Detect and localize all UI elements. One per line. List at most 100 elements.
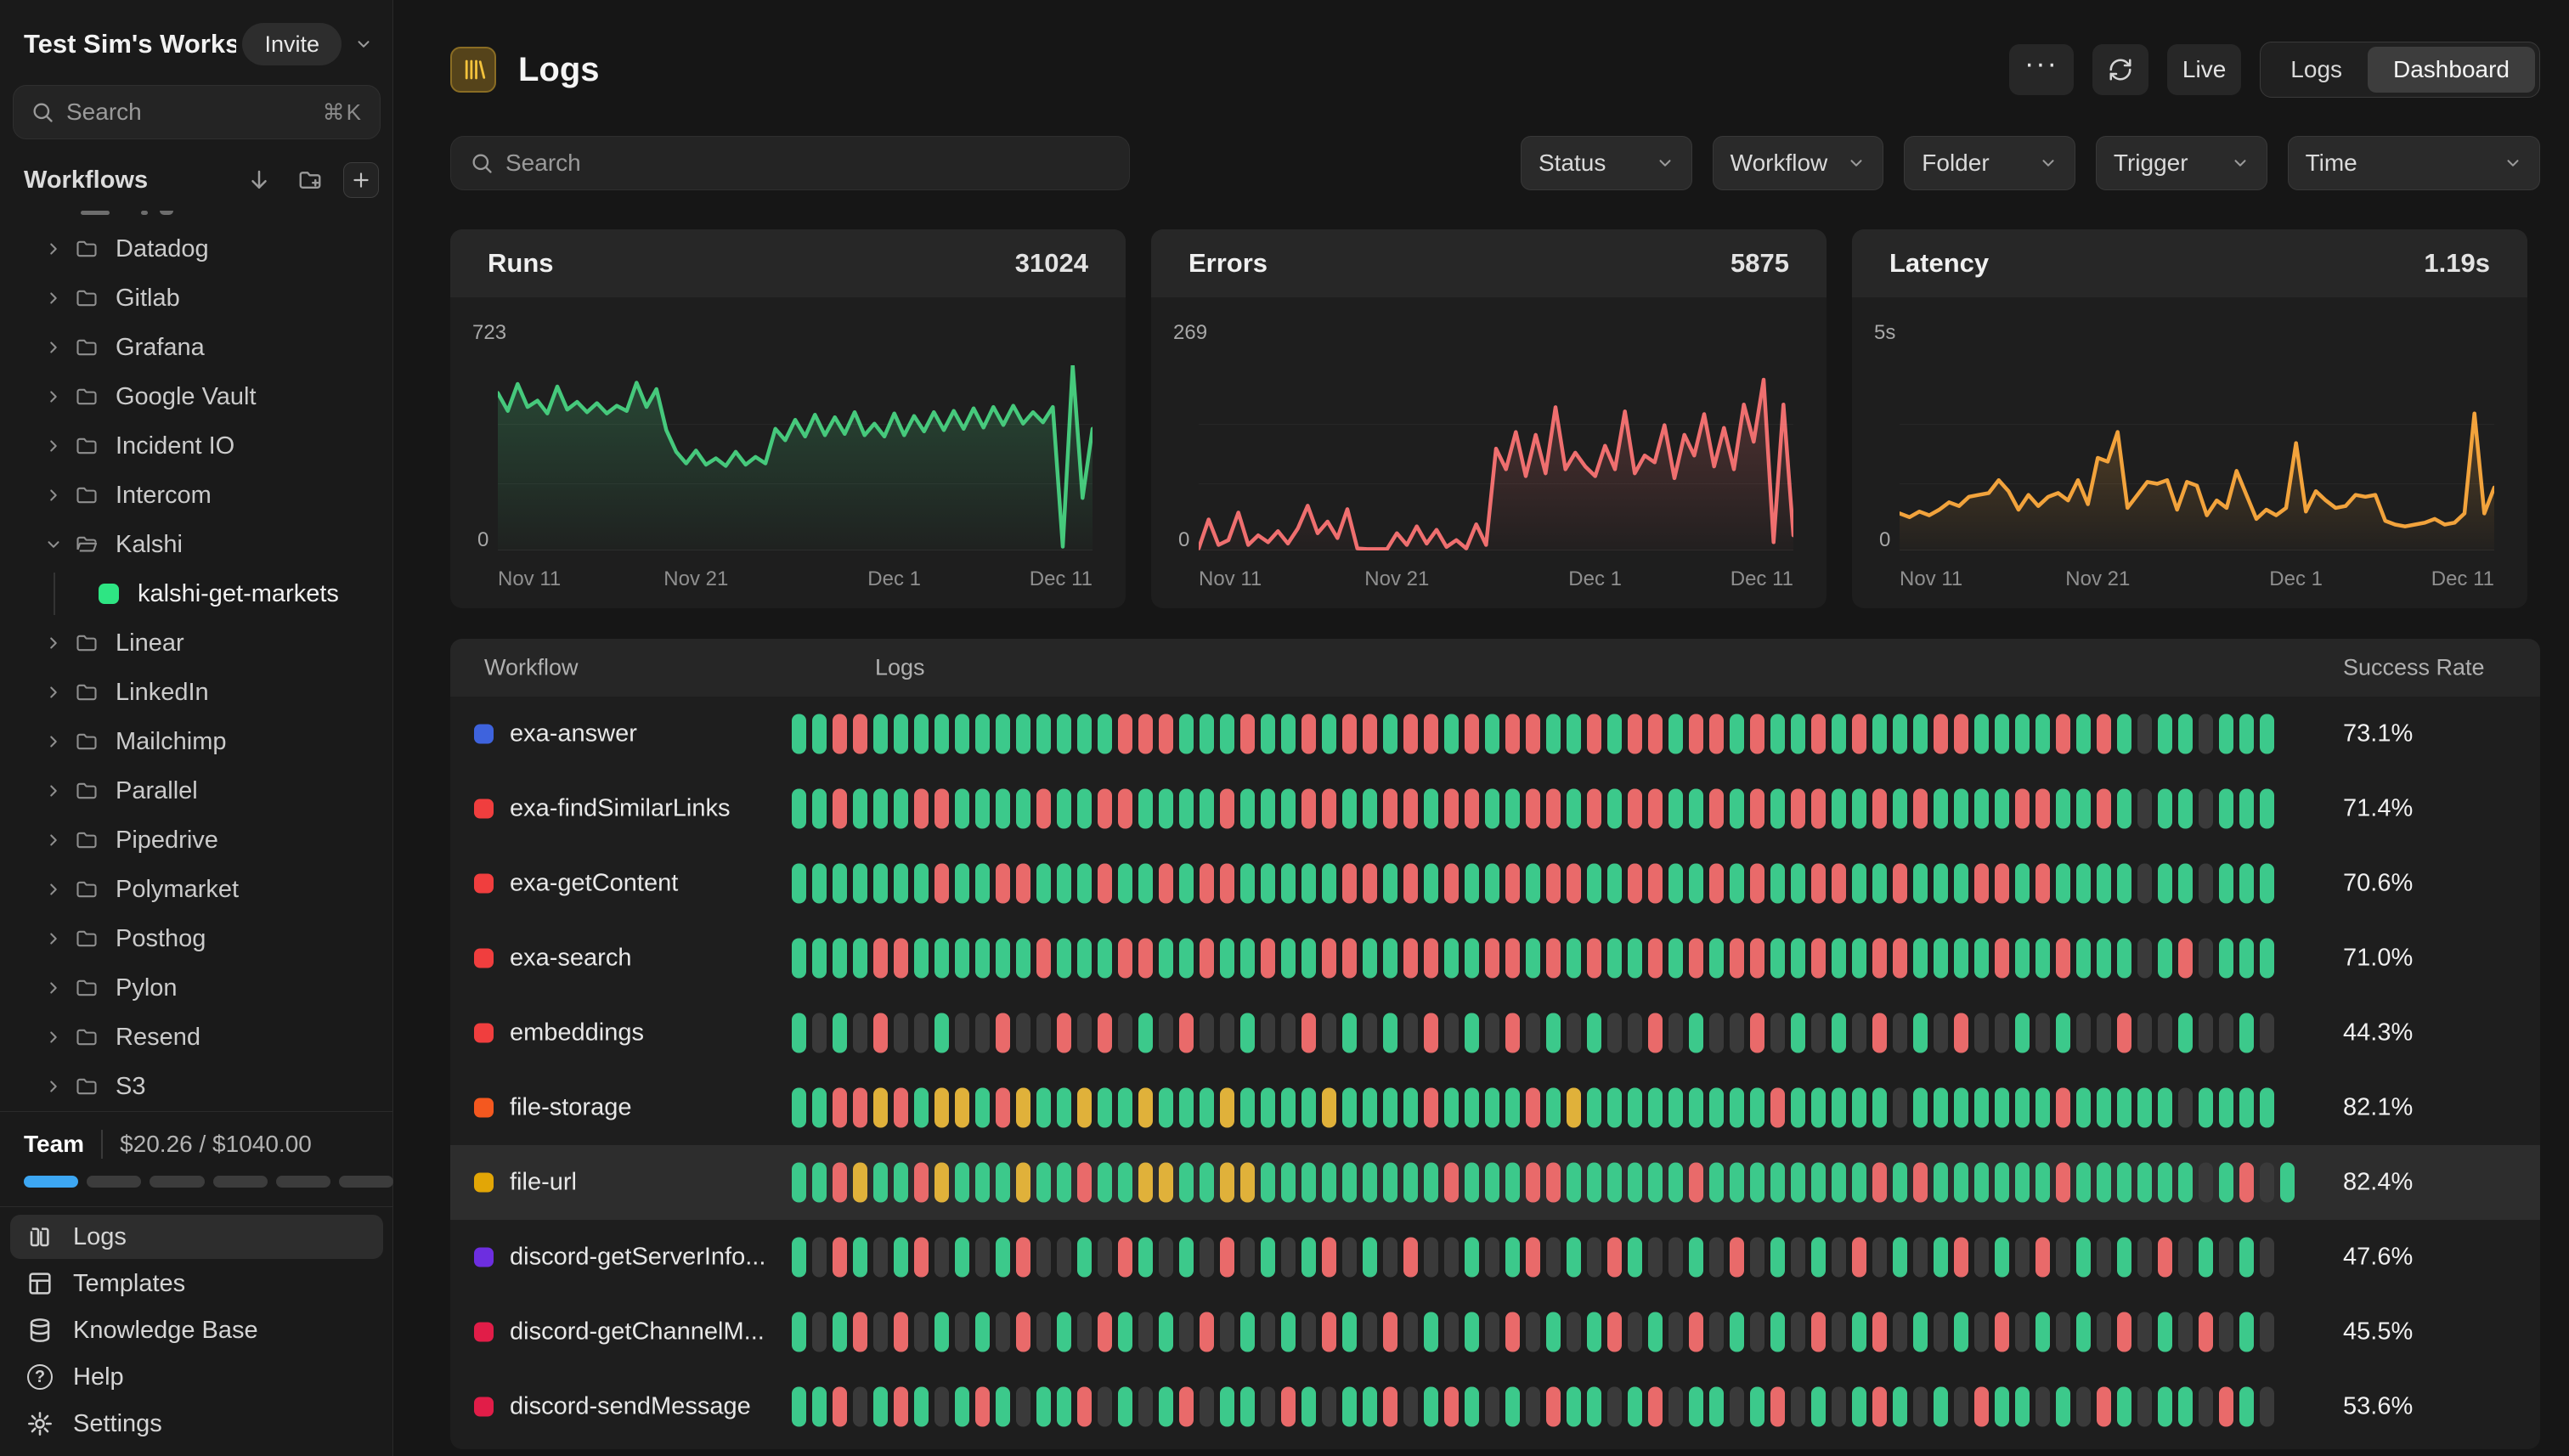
log-bar[interactable] bbox=[1546, 1238, 1561, 1278]
sidebar-folder-grafana[interactable]: Grafana bbox=[0, 323, 392, 372]
log-bar[interactable] bbox=[1098, 1238, 1112, 1278]
log-bar[interactable] bbox=[1668, 1088, 1683, 1128]
log-bar[interactable] bbox=[1424, 1163, 1438, 1203]
log-bar[interactable] bbox=[996, 939, 1010, 979]
log-bar[interactable] bbox=[1628, 1387, 1642, 1427]
log-bar[interactable] bbox=[996, 789, 1010, 829]
log-bar[interactable] bbox=[1383, 1387, 1397, 1427]
log-bar[interactable] bbox=[1872, 714, 1887, 754]
log-bar[interactable] bbox=[1689, 789, 1703, 829]
log-bar[interactable] bbox=[934, 1387, 949, 1427]
log-bar[interactable] bbox=[1465, 1013, 1479, 1053]
log-bar[interactable] bbox=[2199, 864, 2213, 904]
log-bar[interactable] bbox=[1607, 864, 1622, 904]
log-bar[interactable] bbox=[1607, 1013, 1622, 1053]
log-bar[interactable] bbox=[1974, 789, 1989, 829]
log-bar[interactable] bbox=[1220, 864, 1234, 904]
log-bar[interactable] bbox=[1383, 1088, 1397, 1128]
log-bar[interactable] bbox=[934, 789, 949, 829]
log-bar[interactable] bbox=[975, 1312, 990, 1352]
log-bar[interactable] bbox=[1648, 1163, 1663, 1203]
toggle-dashboard[interactable]: Dashboard bbox=[2368, 47, 2535, 93]
log-bar[interactable] bbox=[914, 939, 929, 979]
log-bar[interactable] bbox=[2199, 714, 2213, 754]
log-bar[interactable] bbox=[2076, 1238, 2091, 1278]
log-bar[interactable] bbox=[2239, 939, 2254, 979]
log-bar[interactable] bbox=[1363, 939, 1377, 979]
log-bar[interactable] bbox=[1607, 1088, 1622, 1128]
log-bar[interactable] bbox=[2097, 1238, 2111, 1278]
log-bar[interactable] bbox=[1465, 1238, 1479, 1278]
log-bar[interactable] bbox=[1872, 1238, 1887, 1278]
log-bar[interactable] bbox=[1689, 1312, 1703, 1352]
log-bar[interactable] bbox=[2056, 1312, 2070, 1352]
log-bar[interactable] bbox=[2097, 1163, 2111, 1203]
log-bar[interactable] bbox=[1505, 1312, 1520, 1352]
log-bar[interactable] bbox=[1057, 1387, 1071, 1427]
log-bar[interactable] bbox=[955, 1163, 969, 1203]
log-bar[interactable] bbox=[2260, 1238, 2274, 1278]
log-bar[interactable] bbox=[2056, 1163, 2070, 1203]
workspace-chevron-down-icon[interactable] bbox=[342, 23, 386, 65]
log-bar[interactable] bbox=[2035, 1312, 2050, 1352]
log-bar[interactable] bbox=[2158, 1312, 2172, 1352]
sidebar-folder-resend[interactable]: Resend bbox=[0, 1013, 392, 1062]
chevron-icon[interactable] bbox=[44, 240, 66, 258]
sidebar-folder-posthog[interactable]: Posthog bbox=[0, 914, 392, 963]
log-bar[interactable] bbox=[1974, 939, 1989, 979]
log-bar[interactable] bbox=[1668, 789, 1683, 829]
log-bar[interactable] bbox=[1240, 1238, 1255, 1278]
log-bar[interactable] bbox=[833, 1312, 847, 1352]
log-bar[interactable] bbox=[1628, 789, 1642, 829]
log-bar[interactable] bbox=[1485, 1013, 1499, 1053]
log-bar[interactable] bbox=[1954, 1387, 1968, 1427]
log-bar[interactable] bbox=[1403, 1088, 1418, 1128]
log-bar[interactable] bbox=[2015, 1163, 2030, 1203]
log-bar[interactable] bbox=[1240, 714, 1255, 754]
log-bar[interactable] bbox=[1036, 1238, 1051, 1278]
log-bar[interactable] bbox=[1709, 1013, 1724, 1053]
log-bar[interactable] bbox=[1159, 1238, 1173, 1278]
sidebar-folder-linkedin[interactable]: LinkedIn bbox=[0, 668, 392, 717]
log-bar[interactable] bbox=[2035, 1088, 2050, 1128]
log-bar[interactable] bbox=[914, 864, 929, 904]
log-bar[interactable] bbox=[812, 789, 827, 829]
log-bar[interactable] bbox=[1567, 1088, 1581, 1128]
log-bar[interactable] bbox=[853, 864, 867, 904]
log-bar[interactable] bbox=[1628, 1088, 1642, 1128]
table-row-discord-getChannelM-[interactable]: discord-getChannelM... 45.5% bbox=[450, 1295, 2540, 1369]
log-bar[interactable] bbox=[1016, 789, 1030, 829]
log-bar[interactable] bbox=[934, 1013, 949, 1053]
log-bar[interactable] bbox=[1852, 1088, 1866, 1128]
log-bar[interactable] bbox=[2076, 1387, 2091, 1427]
log-bar[interactable] bbox=[955, 864, 969, 904]
log-bar[interactable] bbox=[792, 1088, 806, 1128]
log-bar[interactable] bbox=[2117, 1312, 2131, 1352]
log-bar[interactable] bbox=[833, 789, 847, 829]
log-bar[interactable] bbox=[1526, 789, 1540, 829]
log-bar[interactable] bbox=[1077, 1088, 1092, 1128]
log-bar[interactable] bbox=[914, 1238, 929, 1278]
log-bar[interactable] bbox=[833, 1387, 847, 1427]
log-bar[interactable] bbox=[1179, 1088, 1194, 1128]
log-bar[interactable] bbox=[853, 789, 867, 829]
log-bar[interactable] bbox=[853, 939, 867, 979]
chevron-icon[interactable] bbox=[44, 634, 66, 652]
log-bar[interactable] bbox=[1424, 714, 1438, 754]
log-bar[interactable] bbox=[1648, 1387, 1663, 1427]
log-bar[interactable] bbox=[1954, 1163, 1968, 1203]
log-bar[interactable] bbox=[1567, 1387, 1581, 1427]
log-bar[interactable] bbox=[894, 939, 908, 979]
filter-trigger[interactable]: Trigger bbox=[2096, 136, 2267, 190]
log-bar[interactable] bbox=[2260, 714, 2274, 754]
log-bar[interactable] bbox=[1750, 1387, 1764, 1427]
log-bar[interactable] bbox=[1322, 1387, 1336, 1427]
log-bar[interactable] bbox=[2260, 1163, 2274, 1203]
log-bar[interactable] bbox=[1240, 1312, 1255, 1352]
log-bar[interactable] bbox=[1057, 714, 1071, 754]
log-bar[interactable] bbox=[2199, 789, 2213, 829]
log-bar[interactable] bbox=[1526, 1238, 1540, 1278]
log-bar[interactable] bbox=[2239, 1013, 2254, 1053]
log-bar[interactable] bbox=[1546, 864, 1561, 904]
log-bar[interactable] bbox=[2239, 1312, 2254, 1352]
